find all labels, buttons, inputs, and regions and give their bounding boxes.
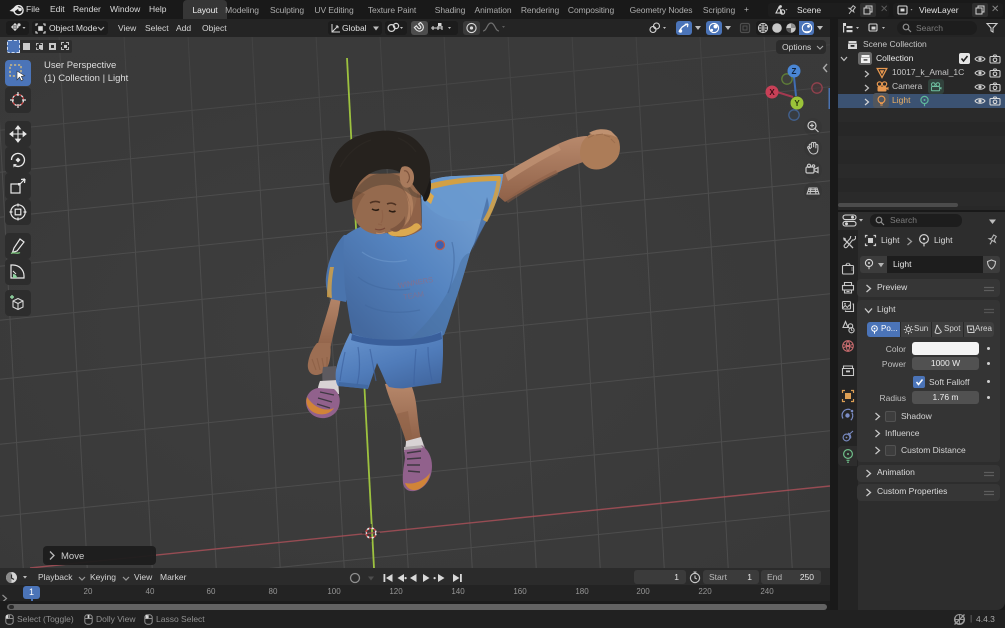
svg-text:Move: Move	[61, 551, 84, 562]
svg-text:(1) Collection | Light: (1) Collection | Light	[44, 73, 129, 84]
svg-text:X: X	[769, 88, 775, 97]
svg-text:Z: Z	[792, 67, 797, 76]
svg-text:Y: Y	[794, 99, 800, 108]
svg-text:User Perspective: User Perspective	[44, 60, 116, 71]
